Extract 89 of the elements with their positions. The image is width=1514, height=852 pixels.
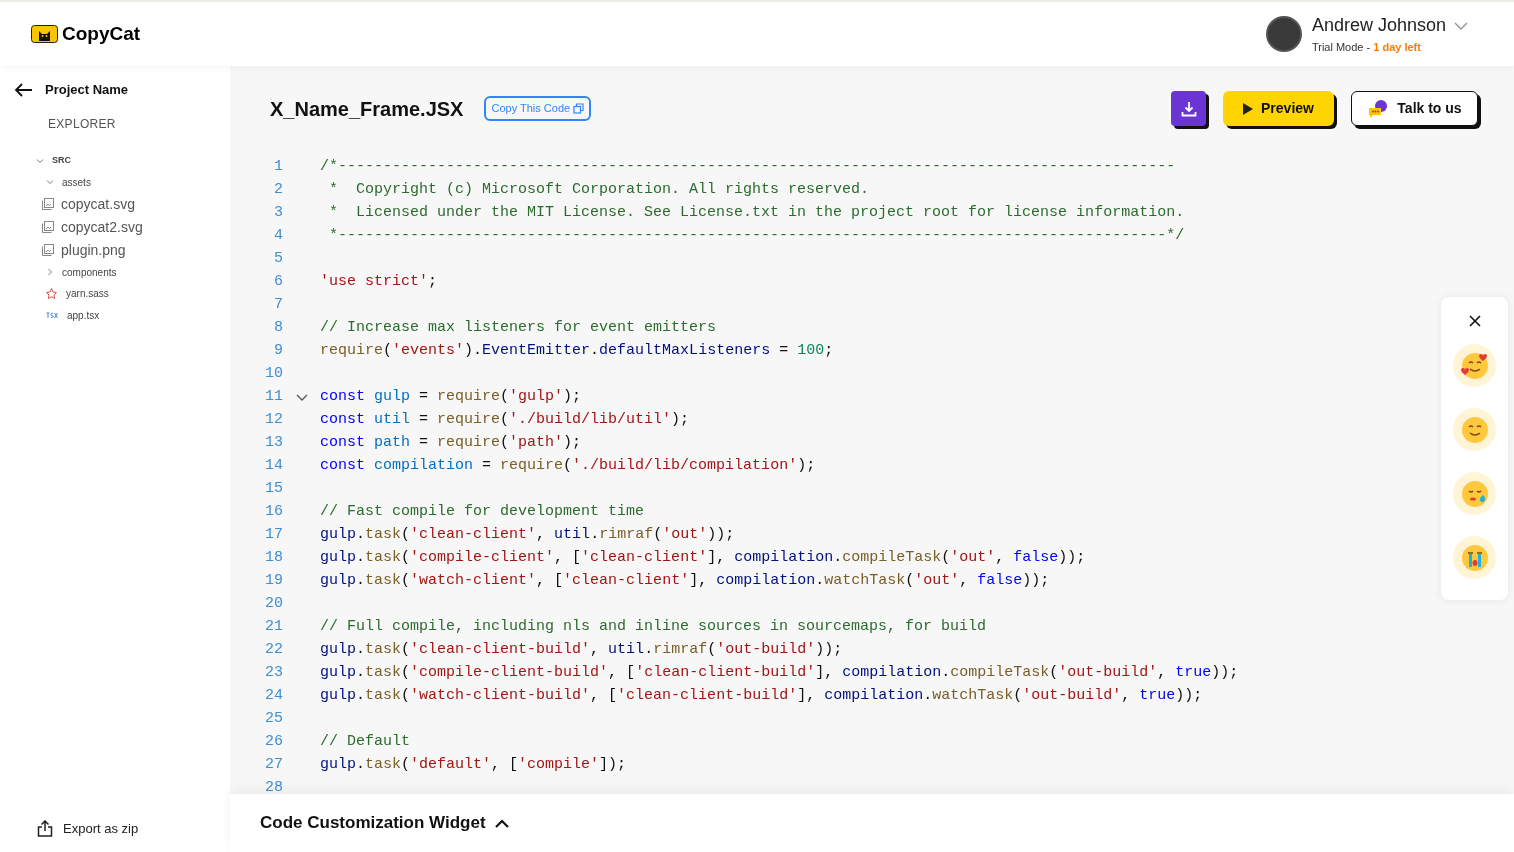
- code-line: gulp.task('watch-client-build', ['clean-client-build'], compilation.watchTask('out-build', true));: [320, 686, 1203, 707]
- code-line: *--------------------------------------------------------------------------------------------*/: [328, 226, 1185, 247]
- folder-item[interactable]: assets: [62, 174, 91, 190]
- image-file-icon: [42, 244, 54, 256]
- chevron-down-icon[interactable]: [1454, 21, 1468, 30]
- widget-title[interactable]: Code Customization Widget: [260, 810, 486, 836]
- code-line: // Full compile, including nls and inline sources in sourcemaps, for build: [320, 617, 987, 638]
- line-number: 28: [264, 778, 283, 799]
- image-file-icon: [42, 221, 54, 233]
- line-number: 7: [273, 295, 283, 316]
- code-line: gulp.task('compile-client-build', ['clean-client-build'], compilation.compileTask('out-build', true));: [320, 663, 1239, 684]
- line-number: 10: [264, 364, 283, 385]
- code-line: const path = require('path');: [320, 433, 582, 454]
- close-icon[interactable]: [1468, 315, 1481, 327]
- line-number: 15: [264, 479, 283, 500]
- love-reaction-button[interactable]: [1453, 344, 1496, 387]
- code-line: const util = require('./build/lib/util');: [320, 410, 690, 431]
- share-icon[interactable]: [37, 819, 53, 837]
- chevron-icon[interactable]: [494, 818, 509, 828]
- play-icon: [1243, 102, 1254, 115]
- line-number: 22: [264, 640, 283, 661]
- file-name: X_Name_Frame.JSX: [270, 96, 464, 122]
- file-item[interactable]: yarn.sass: [66, 286, 109, 301]
- code-line: gulp.task('clean-client', util.rimraf('out'));: [320, 525, 735, 546]
- code-line: gulp.task('watch-client', ['clean-client'], compilation.watchTask('out', false));: [320, 571, 1050, 592]
- line-number: 8: [273, 318, 283, 339]
- code-line: require('events').EventEmitter.defaultMaxListeners = 100;: [320, 341, 834, 362]
- line-number: 11: [264, 387, 283, 408]
- tsx-file-icon: [46, 312, 58, 319]
- code-line: * Licensed under the MIT License. See License.txt in the project root for license information.: [328, 203, 1185, 224]
- code-line: // Increase max listeners for event emitters: [320, 318, 717, 339]
- folder-item[interactable]: components: [62, 264, 117, 280]
- talk-to-us-button[interactable]: Talk to us: [1351, 91, 1478, 126]
- code-line: const gulp = require('gulp');: [320, 387, 582, 408]
- code-line: // Fast compile for development time: [320, 502, 645, 523]
- line-number: 21: [264, 617, 283, 638]
- trial-status: Trial Mode - 1 day left: [1311, 40, 1422, 56]
- line-number: 14: [264, 456, 283, 477]
- file-item[interactable]: app.tsx: [67, 308, 100, 323]
- preview-button[interactable]: Preview: [1223, 91, 1334, 126]
- line-number: 12: [264, 410, 283, 431]
- code-line: gulp.task('default', ['compile']);: [320, 755, 627, 776]
- code-line: 'use strict';: [320, 272, 438, 293]
- line-number: 26: [264, 732, 283, 753]
- code-line: gulp.task('compile-client', ['clean-client'], compilation.compileTask('out', false));: [320, 548, 1086, 569]
- line-number: 9: [273, 341, 283, 362]
- line-number: 5: [273, 249, 283, 270]
- sad-reaction-button[interactable]: [1453, 472, 1496, 515]
- avatar: [1265, 16, 1302, 52]
- copy-icon: [573, 103, 585, 114]
- logo-text: CopyCat: [62, 21, 141, 46]
- crying-reaction-button[interactable]: [1453, 536, 1496, 579]
- line-number: 19: [264, 571, 283, 592]
- back-arrow-icon[interactable]: [14, 82, 33, 97]
- line-number: 23: [264, 663, 283, 684]
- line-number: 20: [264, 594, 283, 615]
- line-number: 1: [273, 157, 283, 178]
- line-number: 4: [273, 226, 283, 247]
- code-line: /*---------------------------------------------------------------------------------------------: [320, 157, 1176, 178]
- code-line: // Default: [320, 732, 410, 753]
- file-item[interactable]: copycat2.svg: [61, 216, 143, 238]
- line-number: 27: [264, 755, 283, 776]
- line-number: 18: [264, 548, 283, 569]
- code-line: gulp.task('clean-client-build', util.rimraf('out-build'));: [320, 640, 843, 661]
- fold-chevron-down-icon[interactable]: [295, 393, 308, 402]
- line-number: 24: [264, 686, 283, 707]
- line-number: 2: [273, 180, 283, 201]
- project-name: Project Name: [45, 81, 129, 99]
- folder-item[interactable]: SRC: [52, 154, 71, 168]
- download-button[interactable]: [1171, 91, 1206, 126]
- download-icon: [1180, 100, 1197, 117]
- file-item[interactable]: copycat.svg: [61, 193, 135, 215]
- line-number: 25: [264, 709, 283, 730]
- line-number: 17: [264, 525, 283, 546]
- line-number: 3: [273, 203, 283, 224]
- line-number: 13: [264, 433, 283, 454]
- user-name[interactable]: Andrew Johnson: [1311, 12, 1446, 40]
- explorer-heading: EXPLORER: [48, 115, 117, 133]
- code-line: const compilation = require('./build/lib/compilation');: [320, 456, 816, 477]
- image-file-icon: [42, 198, 54, 210]
- code-line: * Copyright (c) Microsoft Corporation. All rights reserved.: [328, 180, 870, 201]
- line-number: 6: [273, 272, 283, 293]
- chat-bubbles-icon: [1367, 98, 1390, 119]
- cat-logo-icon: [31, 25, 58, 43]
- sass-file-icon: [46, 288, 57, 299]
- file-item[interactable]: plugin.png: [61, 239, 126, 261]
- export-link[interactable]: Export as zip: [63, 818, 139, 838]
- line-number: 16: [264, 502, 283, 523]
- happy-reaction-button[interactable]: [1453, 408, 1496, 451]
